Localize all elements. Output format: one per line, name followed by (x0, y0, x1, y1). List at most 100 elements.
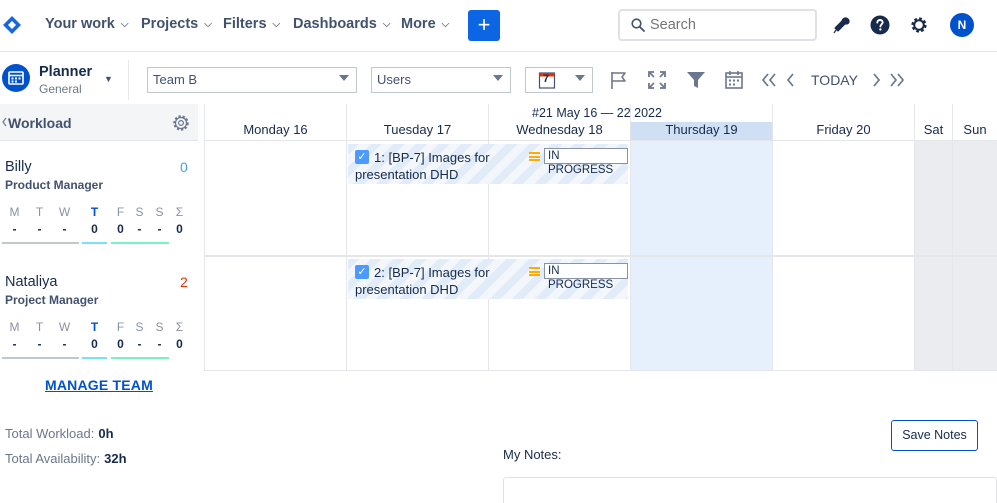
caret-down-icon (493, 75, 503, 81)
double-chevron-right-icon[interactable] (887, 70, 907, 90)
caret-down-icon (339, 75, 349, 81)
status-badge: IN PROGRESS (544, 148, 628, 176)
total-workload-label: Total Workload: (5, 426, 95, 441)
priority-medium-icon (529, 267, 540, 276)
team-select[interactable]: Team B (147, 67, 357, 93)
task-title: 1: [BP-7] Images for presentation DHD (355, 150, 490, 182)
nav-more-label: More (401, 16, 436, 32)
date-picker[interactable]: 7 (525, 67, 593, 93)
day-header: Friday 20 (816, 122, 871, 137)
day-letter: M (9, 320, 20, 334)
status-badge: IN PROGRESS (544, 263, 628, 291)
chevron-right-icon[interactable] (866, 70, 886, 90)
workload-title: Workload (8, 115, 72, 131)
total-workload-value: 0h (98, 426, 114, 441)
workload-bar-today (82, 357, 107, 359)
day-value: - (62, 222, 67, 236)
save-notes-button[interactable]: Save Notes (891, 420, 978, 451)
planner-app-icon (2, 64, 30, 92)
day-value: 0 (176, 337, 183, 351)
notes-textarea[interactable] (503, 477, 997, 503)
top-navigation: Your work ⌵ Projects ⌵ Filters ⌵ Dashboa… (0, 0, 997, 52)
day-value: - (12, 222, 17, 236)
panel-splitter[interactable] (198, 104, 205, 371)
notes-label: My Notes: (503, 447, 562, 462)
day-value: - (37, 222, 42, 236)
help-icon[interactable] (870, 15, 890, 35)
search-input[interactable] (650, 15, 810, 35)
nav-your-work-label: Your work (45, 16, 115, 32)
nav-projects[interactable]: Projects ⌵ (141, 16, 212, 32)
person-name: Nataliya (5, 274, 58, 290)
total-availability: Total Availability: 32h (5, 451, 127, 466)
chevron-down-icon: ⌵ (441, 18, 450, 30)
calendar-day-number: 7 (543, 73, 550, 85)
user-avatar[interactable]: N (950, 13, 974, 37)
workload-bar-today (82, 242, 107, 244)
chevron-down-icon: ⌵ (382, 18, 391, 30)
day-value: 0 (91, 337, 98, 351)
nav-more[interactable]: More ⌵ (401, 16, 449, 32)
row-divider (205, 140, 997, 141)
nav-filters-label: Filters (223, 16, 267, 32)
settings-icon[interactable] (909, 15, 929, 35)
total-availability-label: Total Availability: (5, 451, 101, 466)
collapse-arrow-icon[interactable] (2, 117, 7, 127)
chevron-down-icon: ⌵ (204, 18, 212, 30)
day-value: - (37, 337, 42, 351)
jira-logo-icon[interactable] (2, 15, 22, 35)
nav-projects-label: Projects (141, 16, 199, 32)
day-letter: W (58, 205, 71, 219)
day-value: 0 (91, 222, 98, 236)
today-button[interactable]: TODAY (811, 72, 858, 88)
person-role: Project Manager (5, 293, 99, 307)
person-task-count: 2 (180, 274, 188, 290)
day-value: - (12, 337, 17, 351)
create-button[interactable]: + (468, 10, 500, 41)
priority-medium-icon (529, 152, 540, 161)
day-letter: T (90, 205, 99, 219)
flag-icon[interactable] (609, 70, 629, 90)
nav-your-work[interactable]: Your work ⌵ (45, 16, 128, 32)
day-header: Sat (923, 122, 944, 137)
nav-dashboards[interactable]: Dashboards ⌵ (293, 16, 390, 32)
toolbar-divider (128, 60, 129, 100)
weekly-hours: M- T- W- T0 F0 S- S- Σ0 (0, 320, 198, 360)
person-name: Billy (5, 159, 32, 175)
gear-icon[interactable] (171, 113, 191, 133)
search-icon (631, 18, 645, 32)
weekly-hours: M- T- W- T0 F0 S- S- Σ0 (0, 205, 198, 245)
manage-team-link[interactable]: MANAGE TEAM (45, 377, 153, 393)
nav-dashboards-label: Dashboards (293, 16, 377, 32)
notifications-icon[interactable] (831, 15, 851, 35)
double-chevron-left-icon[interactable] (759, 70, 779, 90)
day-header: Sun (963, 122, 987, 137)
fullscreen-icon[interactable] (647, 70, 667, 90)
filter-icon[interactable] (686, 70, 706, 90)
view-select[interactable]: Users (371, 67, 511, 93)
week-calendar: #21 May 16 — 22 2022 Monday 16 Tuesday 1… (205, 104, 997, 371)
calendar-view-icon[interactable] (724, 70, 744, 90)
nav-filters[interactable]: Filters ⌵ (223, 16, 280, 32)
workload-bar (111, 242, 169, 244)
task-card[interactable]: ✓ 1: [BP-7] Images for presentation DHD … (348, 144, 628, 184)
row-divider (205, 370, 997, 371)
planner-subtitle: General (39, 82, 82, 96)
search-box[interactable] (618, 9, 817, 41)
caret-down-icon[interactable]: ▼ (104, 74, 113, 84)
workload-bar (2, 242, 79, 244)
day-header: Monday 16 (243, 122, 308, 137)
day-value: - (62, 337, 67, 351)
day-column-monday: Monday 16 (205, 104, 347, 371)
person-role: Product Manager (5, 178, 104, 192)
chevron-left-icon[interactable] (781, 70, 801, 90)
workload-bar (2, 357, 79, 359)
planner-title[interactable]: Planner (39, 64, 92, 80)
day-column-friday: Friday 20 (773, 104, 915, 371)
task-card[interactable]: ✓ 2: [BP-7] Images for presentation DHD … (348, 259, 628, 299)
day-letter: W (58, 320, 71, 334)
day-column-sunday: Sun (953, 104, 997, 371)
calendar-grid-icon (8, 71, 24, 85)
planner-toolbar: Planner General ▼ Team B Users 7 TODAY (0, 52, 997, 104)
day-letter: T (35, 320, 44, 334)
